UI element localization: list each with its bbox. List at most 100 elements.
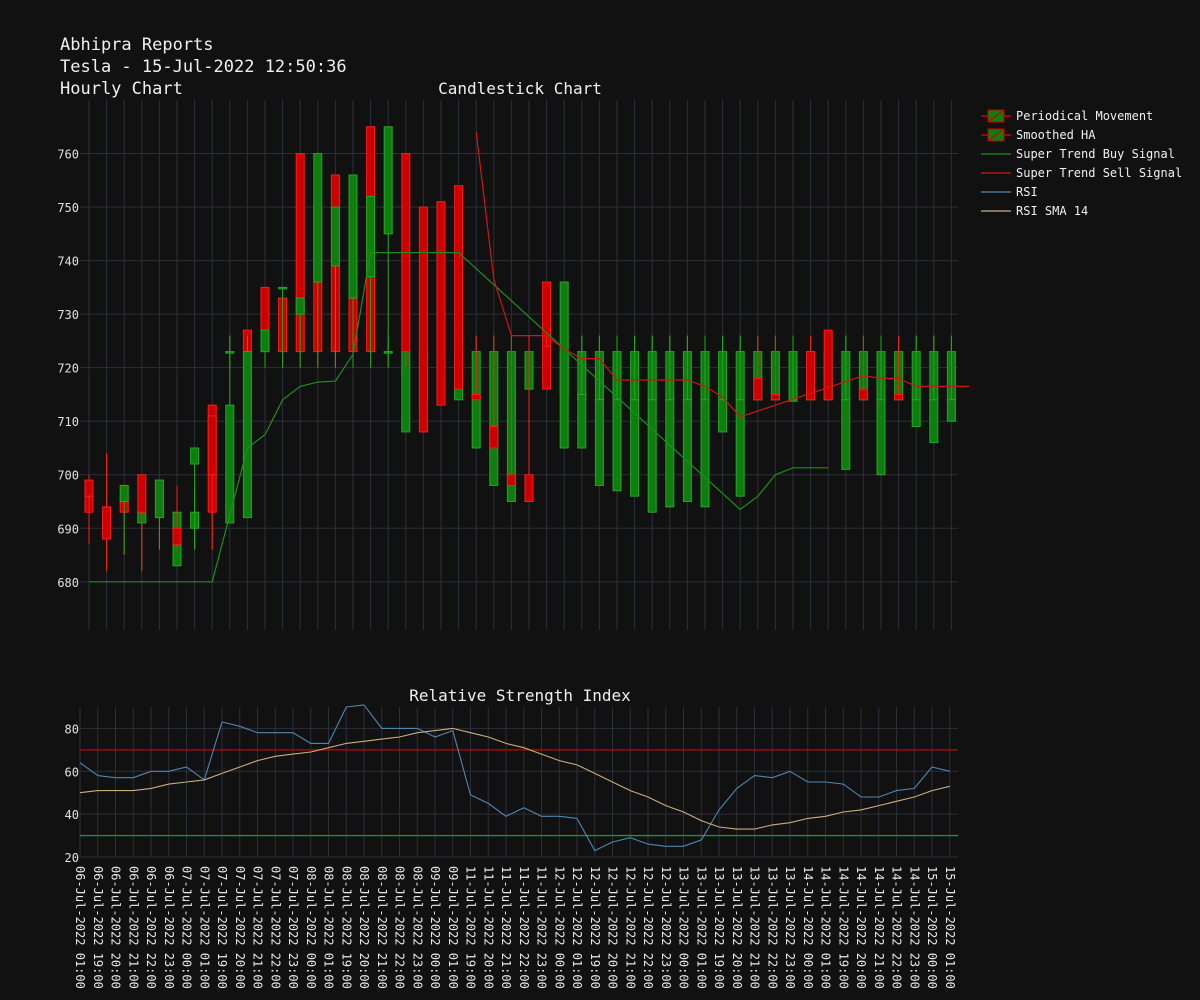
candle-body [665, 399, 675, 508]
candle-body [946, 399, 956, 422]
candle-body [559, 281, 569, 449]
x-tick-label: 12-Jul-2022 19:00 [588, 866, 602, 989]
candle-body [137, 474, 147, 513]
candle-body [841, 399, 851, 470]
candle-body [260, 329, 270, 353]
x-tick-label: 11-Jul-2022 19:00 [464, 866, 478, 989]
x-tick-label: 08-Jul-2022 20:00 [357, 866, 371, 989]
x-tick-label: 07-Jul-2022 21:00 [251, 866, 265, 989]
x-tick-label: 12-Jul-2022 20:00 [606, 866, 620, 989]
x-tick-label: 13-Jul-2022 21:00 [748, 866, 762, 989]
candle-body [577, 393, 587, 449]
y-tick-label: 700 [57, 469, 79, 483]
x-tick-label: 13-Jul-2022 20:00 [730, 866, 744, 989]
x-tick-label: 14-Jul-2022 22:00 [890, 866, 904, 989]
legend-label: Smoothed HA [1016, 127, 1096, 142]
legend-item[interactable]: RSI [980, 182, 1182, 201]
x-tick-label: 09-Jul-2022 01:00 [446, 866, 460, 989]
legend-label: RSI [1016, 184, 1038, 199]
candle-body [524, 474, 534, 503]
legend-label: Super Trend Buy Signal [1016, 146, 1175, 161]
x-tick-label: 06-Jul-2022 23:00 [162, 866, 176, 989]
candle-body [383, 126, 393, 235]
candle-body [471, 393, 481, 401]
candle-body [366, 195, 376, 278]
candle-body [84, 479, 94, 497]
y-tick-label: 750 [57, 201, 79, 215]
legend-item[interactable]: Super Trend Buy Signal [980, 144, 1182, 163]
candle-body [119, 484, 129, 503]
candlestick-chart-title: Candlestick Chart [438, 79, 602, 98]
rsi-y-tick-label: 60 [65, 765, 79, 779]
x-tick-label: 15-Jul-2022 01:00 [943, 866, 957, 989]
candle-body [718, 399, 728, 433]
x-tick-label: 06-Jul-2022 19:00 [91, 866, 105, 989]
candle-body [102, 506, 112, 540]
x-tick-label: 14-Jul-2022 21:00 [872, 866, 886, 989]
legend-item[interactable]: RSI SMA 14 [980, 201, 1182, 220]
x-tick-label: 12-Jul-2022 22:00 [641, 866, 655, 989]
legend-item[interactable]: Periodical Movement [980, 106, 1182, 125]
candle-body [911, 399, 921, 428]
candle-body [682, 399, 692, 503]
x-tick-label: 13-Jul-2022 01:00 [694, 866, 708, 989]
x-tick-label: 11-Jul-2022 23:00 [535, 866, 549, 989]
candle-body [418, 206, 428, 433]
rsi-y-tick-label: 20 [65, 851, 79, 865]
candle-body [612, 399, 622, 492]
x-tick-label: 07-Jul-2022 01:00 [197, 866, 211, 989]
y-tick-label: 720 [57, 362, 79, 376]
rsi-y-tick-label: 80 [65, 722, 79, 736]
x-tick-label: 13-Jul-2022 22:00 [765, 866, 779, 989]
green-line-icon [980, 147, 1012, 161]
x-tick-label: 07-Jul-2022 19:00 [215, 866, 229, 989]
x-tick-label: 06-Jul-2022 01:00 [73, 866, 87, 989]
rsi-chart-title: Relative Strength Index [409, 686, 631, 705]
x-tick-label: 06-Jul-2022 21:00 [126, 866, 140, 989]
rsi-y-tick-label: 40 [65, 808, 79, 822]
legend-label: RSI SMA 14 [1016, 203, 1089, 218]
blue-line-icon [980, 185, 1012, 199]
candle-body [278, 286, 288, 290]
x-tick-label: 14-Jul-2022 20:00 [854, 866, 868, 989]
candle-body [207, 415, 217, 476]
y-tick-label: 710 [57, 415, 79, 429]
x-tick-label: 13-Jul-2022 00:00 [677, 866, 691, 989]
candle-body [894, 393, 904, 401]
candle-body [454, 185, 464, 390]
candle-body [190, 447, 200, 465]
y-tick-label: 740 [57, 255, 79, 269]
candle-body [154, 479, 164, 519]
legend-item[interactable]: Smoothed HA [980, 125, 1182, 144]
y-tick-label: 730 [57, 308, 79, 322]
legend-item[interactable]: Super Trend Sell Signal [980, 163, 1182, 182]
candle-body [313, 153, 323, 283]
x-tick-label: 12-Jul-2022 21:00 [623, 866, 637, 989]
x-tick-label: 07-Jul-2022 00:00 [180, 866, 194, 989]
x-tick-label: 11-Jul-2022 22:00 [517, 866, 531, 989]
x-tick-label: 13-Jul-2022 19:00 [712, 866, 726, 989]
candle-body [700, 399, 710, 508]
legend-label: Periodical Movement [1016, 108, 1154, 123]
candle-body [770, 393, 780, 401]
y-tick-label: 690 [57, 522, 79, 536]
y-tick-label: 680 [57, 576, 79, 590]
x-tick-label: 15-Jul-2022 00:00 [925, 866, 939, 989]
x-tick-label: 08-Jul-2022 22:00 [393, 866, 407, 989]
x-tick-label: 14-Jul-2022 01:00 [819, 866, 833, 989]
x-tick-label: 07-Jul-2022 20:00 [233, 866, 247, 989]
x-tick-label: 07-Jul-2022 23:00 [286, 866, 300, 989]
x-tick-label: 08-Jul-2022 00:00 [304, 866, 318, 989]
x-tick-label: 06-Jul-2022 22:00 [144, 866, 158, 989]
candle-body [858, 388, 868, 401]
x-tick-label: 14-Jul-2022 23:00 [907, 866, 921, 989]
x-tick-label: 14-Jul-2022 19:00 [836, 866, 850, 989]
candle-body [630, 399, 640, 497]
x-tick-label: 08-Jul-2022 23:00 [410, 866, 424, 989]
x-tick-label: 08-Jul-2022 01:00 [322, 866, 336, 989]
x-tick-label: 12-Jul-2022 01:00 [570, 866, 584, 989]
legend-label: Super Trend Sell Signal [1016, 165, 1183, 180]
x-tick-label: 12-Jul-2022 00:00 [552, 866, 566, 989]
candle-body [172, 527, 182, 545]
x-tick-label: 08-Jul-2022 19:00 [339, 866, 353, 989]
